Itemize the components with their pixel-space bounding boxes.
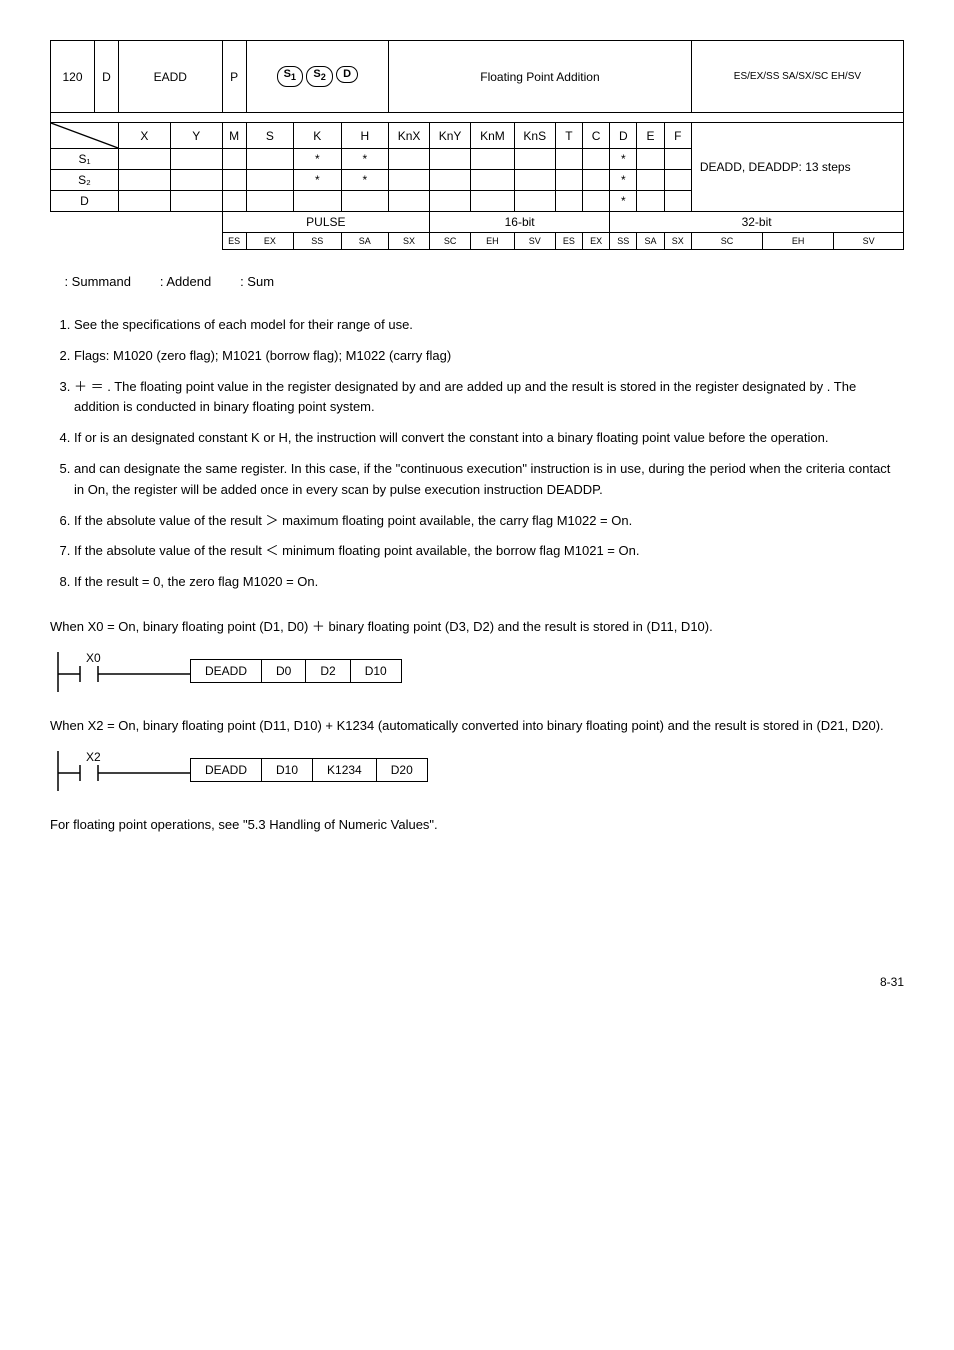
ex1-text: When X0 = On, binary floating point (D1,… xyxy=(50,617,904,638)
col-S: S xyxy=(246,123,293,149)
function-desc: Floating Point Addition xyxy=(389,41,692,113)
row-s1: S₁ xyxy=(51,149,119,170)
expl-6: If the absolute value of the result ＞ ma… xyxy=(74,511,904,532)
ex2-text: When X2 = On, binary floating point (D11… xyxy=(50,716,904,737)
col-E: E xyxy=(637,123,664,149)
svg-text:X2: X2 xyxy=(86,750,101,764)
col-D: D xyxy=(610,123,637,149)
s2-D: * xyxy=(610,170,637,191)
col-F: F xyxy=(664,123,691,149)
col-T: T xyxy=(555,123,582,149)
col-K: K xyxy=(294,123,341,149)
pulse-label: PULSE xyxy=(222,212,429,233)
spec-table: 120 D EADD P S1 S2 D Floating Point Addi… xyxy=(50,40,904,250)
svg-text:X0: X0 xyxy=(86,651,101,665)
row-s2: S₂ xyxy=(51,170,119,191)
operand-d: D xyxy=(336,66,358,83)
expl-1: See the specifications of each model for… xyxy=(74,315,904,336)
inst-ex2: DEADD D10 K1234 D20 xyxy=(190,758,428,782)
col-M: M xyxy=(222,123,246,149)
s1-K: * xyxy=(294,149,341,170)
expl-4: If or is an designated constant K or H, … xyxy=(74,428,904,449)
inst-ex1: DEADD D0 D2 D10 xyxy=(190,659,402,683)
controllers: ES/EX/SS SA/SX/SC EH/SV xyxy=(691,41,903,113)
s2-K: * xyxy=(294,170,341,191)
col-C: C xyxy=(582,123,609,149)
col-X: X xyxy=(119,123,171,149)
b32-label: 32-bit xyxy=(610,212,904,233)
contact-x0-svg: X0 xyxy=(50,648,190,694)
expl-5: and can designate the same register. In … xyxy=(74,459,904,501)
expl-2: Flags: M1020 (zero flag); M1021 (borrow … xyxy=(74,346,904,367)
operand-s1: S1 xyxy=(277,66,303,86)
col-KnM: KnM xyxy=(471,123,515,149)
expl-7: If the absolute value of the result ＜ mi… xyxy=(74,541,904,562)
s1-H: * xyxy=(341,149,389,170)
s2-H: * xyxy=(341,170,389,191)
col-H: H xyxy=(341,123,389,149)
col-KnX: KnX xyxy=(389,123,430,149)
steps: DEADD, DEADDP: 13 steps xyxy=(691,123,903,212)
api-number: 120 xyxy=(51,41,95,113)
expl-8: If the result = 0, the zero flag M1020 =… xyxy=(74,572,904,593)
api-p: P xyxy=(222,41,246,113)
s1-D: * xyxy=(610,149,637,170)
api-name: EADD xyxy=(119,41,223,113)
d-D: * xyxy=(610,191,637,212)
ladder-ex1: X0 DEADD D0 D2 D10 xyxy=(50,648,904,694)
operand-s2: S2 xyxy=(306,66,332,86)
expl-3: ＋ ＝ . The floating point value in the re… xyxy=(74,377,904,419)
page-number: 8-31 xyxy=(50,975,904,989)
contact-x2-svg: X2 xyxy=(50,747,190,793)
col-KnS: KnS xyxy=(514,123,555,149)
row-d: D xyxy=(51,191,119,212)
remarks-text: For floating point operations, see "5.3 … xyxy=(50,815,904,836)
operands-legend: : Summand : Addend : Sum xyxy=(50,274,904,289)
explanations-list: See the specifications of each model for… xyxy=(50,315,904,593)
b16-label: 16-bit xyxy=(430,212,610,233)
col-Y: Y xyxy=(170,123,222,149)
api-d: D xyxy=(95,41,119,113)
col-KnY: KnY xyxy=(430,123,471,149)
ladder-ex2: X2 DEADD D10 K1234 D20 xyxy=(50,747,904,793)
